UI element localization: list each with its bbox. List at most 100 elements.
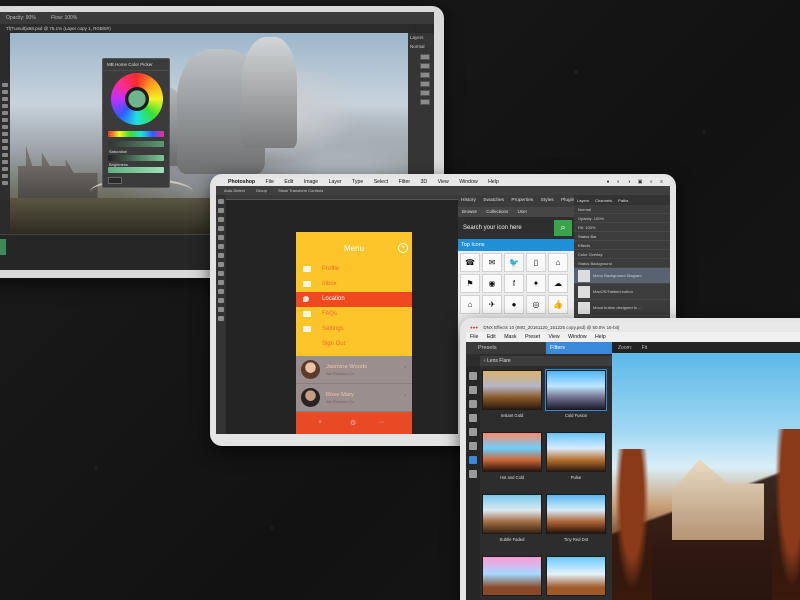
menu-item-settings[interactable]: Settings (296, 322, 412, 337)
type-tool-icon[interactable] (2, 167, 8, 171)
add-user-icon[interactable]: + (318, 419, 322, 426)
hand-icon[interactable] (469, 456, 477, 464)
blend-mode-label[interactable]: Normal (408, 42, 434, 51)
layer-thumbnail[interactable] (420, 63, 430, 69)
stamp-tool-icon[interactable] (218, 253, 224, 258)
menu-type[interactable]: Type (352, 179, 363, 185)
crop-tool-icon[interactable] (218, 226, 224, 231)
tab-channels[interactable]: Channels (595, 198, 612, 203)
marquee-tool-icon[interactable] (2, 90, 8, 94)
tab-styles[interactable]: Styles (541, 198, 554, 203)
menu-edit[interactable]: Edit (284, 179, 293, 185)
document-tab[interactable]: Tf(Tumult)x68.psd @ 75.1% (Layer copy 1,… (0, 24, 410, 33)
eraser-tool-icon[interactable] (218, 262, 224, 267)
user-row[interactable]: Jasmine Woods San Francisco, CA › (296, 356, 412, 384)
menu-image[interactable]: Image (304, 179, 318, 185)
tab-properties[interactable]: Properties (511, 198, 533, 203)
zoom-select[interactable]: Fit (642, 345, 648, 351)
foreground-color-swatch[interactable] (0, 239, 6, 255)
cloud-icon[interactable]: ☁ (548, 274, 568, 293)
building-icon[interactable]: ⌂ (460, 295, 480, 314)
search-button[interactable]: ⌕ (554, 220, 572, 236)
photo-preview[interactable] (612, 353, 800, 600)
menu-item-inbox[interactable]: Inbox (296, 277, 412, 292)
location-icon[interactable]: ◉ (482, 274, 502, 293)
menu-view[interactable]: View (549, 334, 560, 340)
hue-slider[interactable] (108, 131, 164, 137)
filter-category-bar[interactable]: ‹ Lens Flare (480, 356, 612, 366)
tab-swatches[interactable]: Swatches (483, 198, 504, 203)
shape-tool-icon[interactable] (218, 298, 224, 303)
mask-icon[interactable] (469, 386, 477, 394)
menu-filter[interactable]: Filter (399, 179, 411, 185)
blend-mode-select[interactable]: Normal (574, 205, 670, 214)
close-icon[interactable]: × (398, 243, 408, 253)
gradient-icon[interactable] (469, 400, 477, 408)
brush-icon[interactable] (469, 372, 477, 380)
preset-thumbnail[interactable]: Hot and Cold (482, 432, 542, 488)
fill-field[interactable]: Fill: 100% (574, 223, 670, 232)
marquee-tool-icon[interactable] (218, 208, 224, 213)
dot-icon[interactable]: ● (504, 295, 524, 314)
sliders-icon[interactable] (469, 414, 477, 422)
more-icon[interactable]: ··· (378, 419, 385, 426)
pen-tool-icon[interactable] (218, 280, 224, 285)
search-input[interactable]: Search your icon here (460, 221, 552, 235)
menu-layer[interactable]: Layer (329, 179, 342, 185)
zoom-icon[interactable] (469, 470, 477, 478)
crop-tool-icon[interactable] (2, 104, 8, 108)
layer-thumbnail[interactable] (420, 90, 430, 96)
bug-icon[interactable]: ✦ (526, 274, 546, 293)
flow-option[interactable]: Flow: 100% (51, 15, 77, 21)
eyedropper-tool-icon[interactable] (218, 235, 224, 240)
gradient-tool-icon[interactable] (2, 139, 8, 143)
flag-icon[interactable]: ⚑ (460, 274, 480, 293)
lasso-tool-icon[interactable] (218, 217, 224, 222)
move-tool-icon[interactable] (218, 199, 224, 204)
menu-app-name[interactable]: Photoshop (228, 179, 255, 185)
tab-collections[interactable]: Collections (486, 209, 508, 214)
preset-thumbnail[interactable]: Tiny Red Dot (546, 494, 606, 550)
zoom-tool-icon[interactable] (218, 316, 224, 321)
mail-icon[interactable]: ✉ (482, 253, 502, 272)
menu-3d[interactable]: 3D (421, 179, 428, 185)
gear-icon[interactable]: ⚙ (350, 419, 356, 427)
menu-file[interactable]: File (266, 179, 274, 185)
menu-file[interactable]: File (470, 334, 478, 340)
layer-thumbnail[interactable] (420, 54, 430, 60)
auto-select-option[interactable]: Auto-Select (224, 188, 245, 193)
preset-thumbnail[interactable]: Instant Gold (482, 370, 542, 426)
menu-item-profile[interactable]: Profile (296, 262, 412, 277)
dodge-tool-icon[interactable] (2, 153, 8, 157)
pen-tool-icon[interactable] (2, 160, 8, 164)
menu-item-location[interactable]: Location (296, 292, 412, 307)
gradient-tool-icon[interactable] (218, 271, 224, 276)
menu-item-faqs[interactable]: FAQs (296, 307, 412, 322)
layer-row[interactable]: Color Overlay (574, 250, 670, 259)
menu-window[interactable]: Window (459, 179, 477, 185)
lasso-tool-icon[interactable] (2, 97, 8, 101)
brush-tool-icon[interactable] (218, 244, 224, 249)
menu-select[interactable]: Select (374, 179, 388, 185)
menu-mask[interactable]: Mask (504, 334, 516, 340)
twitter-icon[interactable]: 🐦 (504, 253, 524, 272)
menu-view[interactable]: View (438, 179, 449, 185)
zoom-tool-icon[interactable] (2, 181, 8, 185)
preset-thumbnail[interactable]: Pulse (546, 432, 606, 488)
brightness-slider[interactable] (108, 155, 164, 161)
facebook-icon[interactable]: f (504, 274, 524, 293)
brush-icon[interactable] (469, 442, 477, 450)
tab-user[interactable]: User (518, 209, 528, 214)
home-icon[interactable]: ⌂ (548, 253, 568, 272)
hand-tool-icon[interactable] (218, 307, 224, 312)
tab-layers[interactable]: Layers (577, 198, 589, 203)
opacity-option[interactable]: Opacity: 90% (6, 15, 36, 21)
mobile-icon[interactable]: ▯ (526, 253, 546, 272)
phone-icon[interactable]: ☎ (460, 253, 480, 272)
design-canvas[interactable]: Menu × Profile Inbox Location FAQs Setti… (226, 200, 458, 434)
menu-item-sign-out[interactable]: Sign Out (296, 337, 412, 352)
retouch-icon[interactable] (469, 428, 477, 436)
color-swatch[interactable] (108, 177, 122, 184)
brush-tool-icon[interactable] (2, 118, 8, 122)
menu-edit[interactable]: Edit (487, 334, 496, 340)
